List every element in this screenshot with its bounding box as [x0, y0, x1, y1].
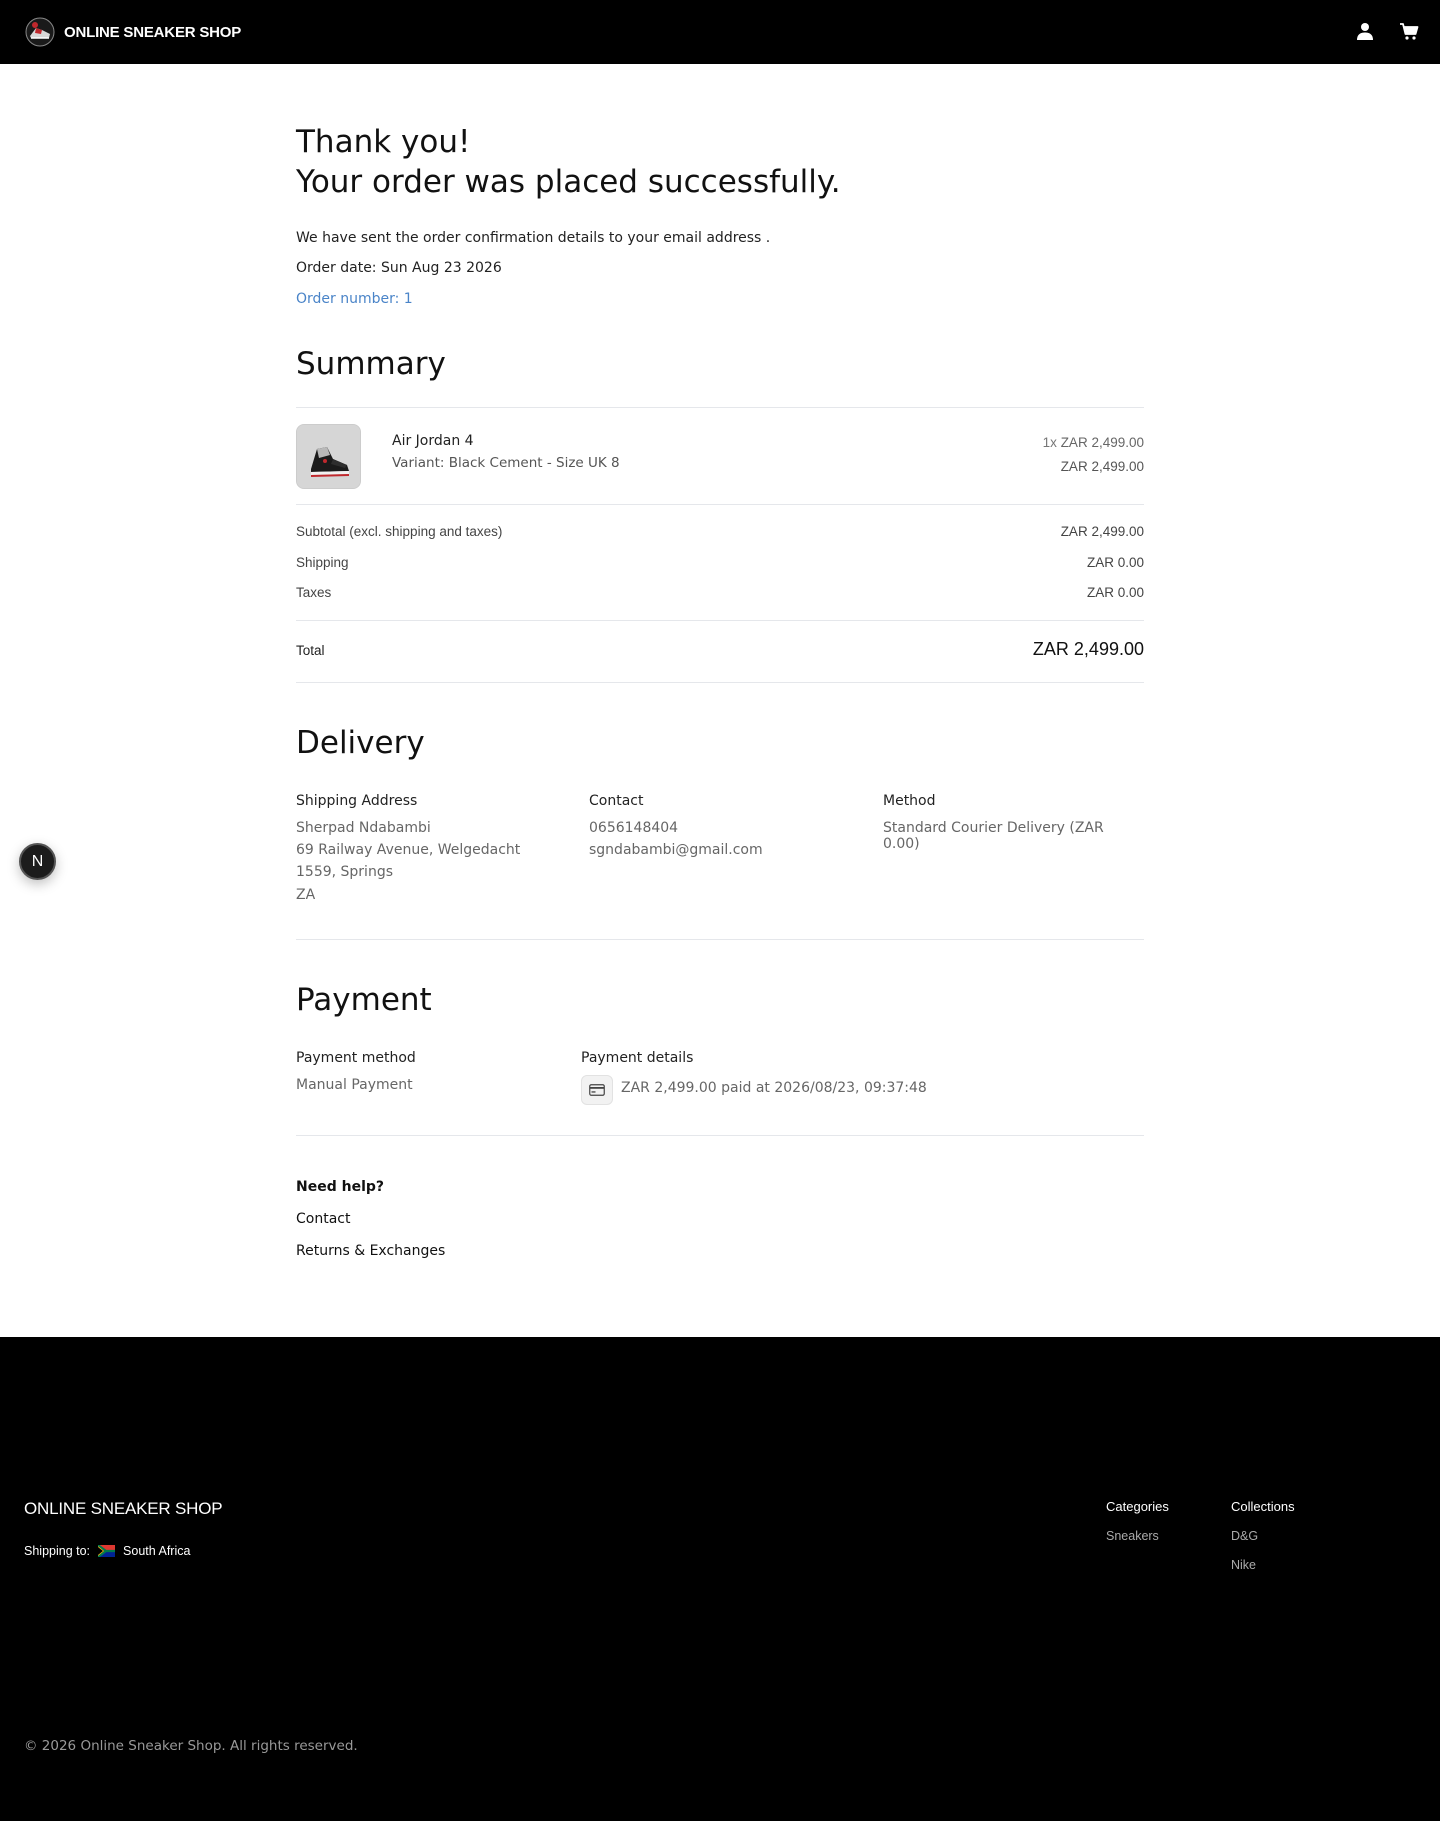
- address-line: ZA: [296, 887, 316, 903]
- order-date: Order date: Sun Aug 23 2026: [296, 260, 502, 276]
- total-value: ZAR 2,499.00: [1032, 639, 1144, 659]
- divider: [296, 504, 1144, 505]
- shipping-label: Shipping: [296, 555, 349, 570]
- site-footer: ONLINE SNEAKER SHOP Shipping to: South A…: [0, 1337, 1440, 1821]
- delivery-method: Standard Courier Delivery (ZAR 0.00): [883, 820, 1104, 852]
- copyright: © 2026 Online Sneaker Shop. All rights r…: [24, 1738, 358, 1754]
- need-help-title: Need help?: [296, 1179, 385, 1195]
- payment-details: ZAR 2,499.00 paid at 2026/08/23, 09:37:4…: [621, 1080, 927, 1096]
- payment-details-title: Payment details: [581, 1050, 694, 1066]
- divider: [296, 682, 1144, 683]
- user-icon[interactable]: [1354, 20, 1376, 42]
- shipping-value: ZAR 0.00: [1086, 555, 1144, 570]
- brand-name: ONLINE SNEAKER SHOP: [64, 23, 242, 41]
- payment-method-title: Payment method: [296, 1050, 416, 1066]
- contact-title: Contact: [589, 793, 644, 809]
- footer-link-sneakers[interactable]: Sneakers: [1106, 1529, 1159, 1543]
- brand-home-link[interactable]: ONLINE SNEAKER SHOP: [24, 14, 241, 50]
- divider: [296, 1135, 1144, 1136]
- delivery-heading: Delivery: [296, 725, 425, 761]
- divider: [296, 407, 1144, 408]
- method-title: Method: [883, 793, 936, 809]
- sneaker-logo-icon: [25, 17, 55, 47]
- item-variant: Variant: Black Cement - Size UK 8: [392, 455, 620, 471]
- total-label: Total: [296, 643, 325, 658]
- footer-collections-title: Collections: [1231, 1499, 1295, 1514]
- shipping-country: South Africa: [123, 1544, 191, 1558]
- shipping-to-label: Shipping to:: [24, 1544, 91, 1558]
- unit-price: ZAR 2,499.00: [1060, 435, 1144, 450]
- thank-you-text: Thank you!: [296, 124, 471, 160]
- divider: [296, 620, 1144, 621]
- south-africa-flag-icon: [98, 1545, 116, 1557]
- summary-heading: Summary: [296, 346, 446, 382]
- address-line: Sherpad Ndabambi: [296, 820, 431, 836]
- email-notice: We have sent the order confirmation deta…: [296, 230, 771, 246]
- confirmation-heading: Thank you! Your order was placed success…: [296, 122, 841, 202]
- address-line: 69 Railway Avenue, Welgedacht: [296, 842, 521, 858]
- item-line-total: ZAR 2,499.00: [1060, 459, 1144, 474]
- taxes-label: Taxes: [296, 585, 332, 600]
- top-nav-bar: ONLINE SNEAKER SHOP: [0, 0, 1440, 64]
- contact-phone: 0656148404: [589, 820, 679, 836]
- item-quantity: 1x: [1042, 435, 1057, 450]
- order-number: Order number: 1: [296, 291, 413, 307]
- success-message: Your order was placed successfully.: [296, 164, 841, 200]
- sneaker-image-icon: [297, 425, 360, 488]
- item-unit-price: 1x ZAR 2,499.00: [1043, 435, 1144, 450]
- product-thumbnail: [296, 424, 361, 489]
- item-name: Air Jordan 4: [392, 433, 474, 449]
- footer-link-dg[interactable]: D&G: [1231, 1529, 1258, 1543]
- credit-card-icon: [589, 1084, 605, 1096]
- next-dev-badge[interactable]: N: [19, 843, 56, 880]
- footer-brand[interactable]: ONLINE SNEAKER SHOP: [24, 1499, 223, 1519]
- cart-icon[interactable]: [1398, 20, 1420, 42]
- payment-method: Manual Payment: [296, 1077, 413, 1093]
- footer-categories-title: Categories: [1106, 1499, 1169, 1514]
- subtotal-value: ZAR 2,499.00: [1060, 524, 1144, 539]
- help-link-contact[interactable]: Contact: [296, 1211, 350, 1227]
- footer-link-nike[interactable]: Nike: [1231, 1558, 1256, 1572]
- contact-email: sgndabambi@gmail.com: [589, 842, 763, 858]
- shipping-country-selector[interactable]: Shipping to: South Africa: [24, 1544, 190, 1558]
- payment-card-badge: [581, 1075, 613, 1105]
- subtotal-label: Subtotal (excl. shipping and taxes): [296, 524, 503, 539]
- divider: [296, 939, 1144, 940]
- address-line: 1559, Springs: [296, 864, 394, 880]
- taxes-value: ZAR 0.00: [1086, 585, 1144, 600]
- shipping-address-title: Shipping Address: [296, 793, 418, 809]
- payment-heading: Payment: [296, 982, 432, 1018]
- help-link-returns[interactable]: Returns & Exchanges: [296, 1243, 445, 1259]
